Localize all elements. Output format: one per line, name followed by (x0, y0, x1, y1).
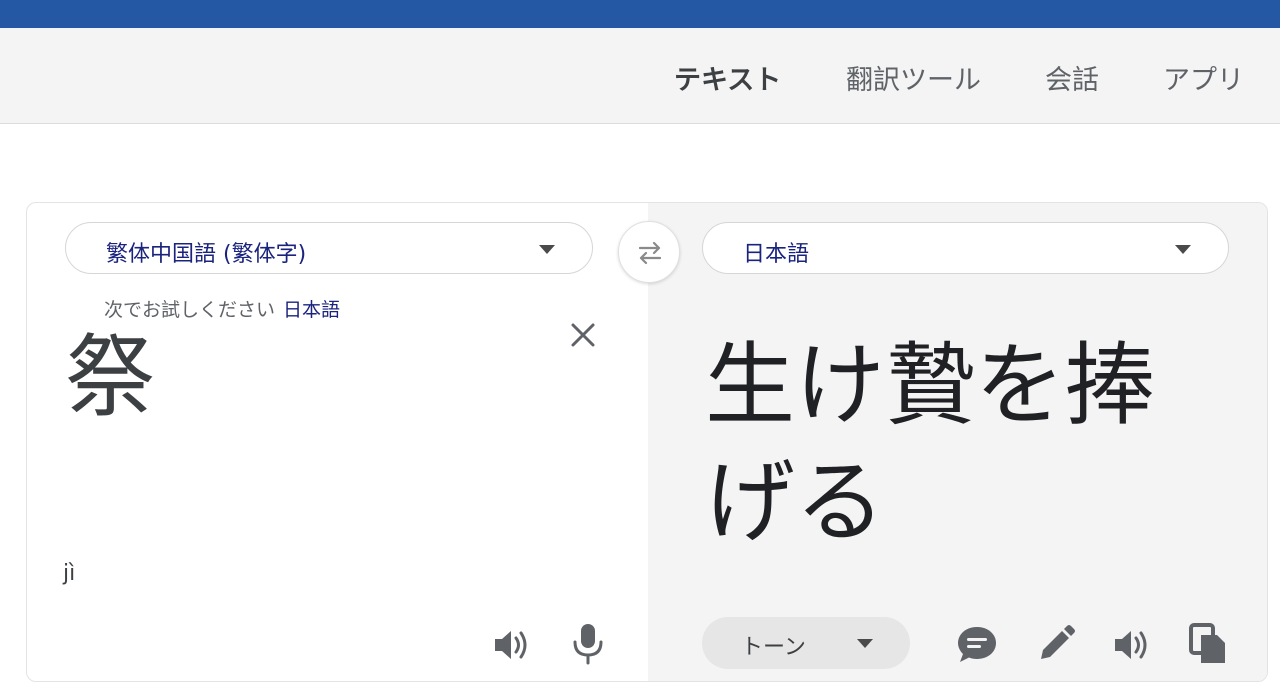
target-language-label: 日本語 (743, 242, 810, 267)
edit-translation-button[interactable] (1033, 623, 1077, 671)
chevron-down-icon (539, 245, 555, 254)
translation-card: 繁体中国語 (繁体字) 日本語 次でお試しください 日本語 祭 jì 生け贄を捧… (26, 202, 1268, 682)
swap-arrows-icon (638, 241, 662, 265)
pencil-icon (1041, 625, 1075, 659)
tab-translation-tools[interactable]: 翻訳ツール (846, 58, 981, 97)
source-listen-button[interactable] (489, 623, 533, 671)
suggestion-prefix: 次でお試しください (104, 299, 276, 321)
speaker-icon (495, 631, 527, 659)
swap-languages-button[interactable] (618, 221, 680, 283)
tab-app[interactable]: アプリ (1163, 58, 1244, 97)
language-suggestion: 次でお試しください 日本語 (104, 295, 340, 322)
feedback-button[interactable] (955, 623, 999, 671)
suggestion-language-link[interactable]: 日本語 (283, 299, 340, 321)
top-bar (0, 0, 1280, 28)
clear-text-button[interactable] (565, 317, 601, 353)
source-text[interactable]: 祭 (65, 330, 155, 426)
copy-translation-button[interactable] (1185, 621, 1229, 671)
tone-label: トーン (741, 635, 806, 660)
tab-conversation[interactable]: 会話 (1045, 58, 1099, 97)
chevron-down-icon (1175, 245, 1191, 254)
speaker-icon (1115, 631, 1147, 659)
mode-tabs: テキスト 翻訳ツール 会話 アプリ (0, 28, 1280, 124)
target-listen-button[interactable] (1109, 623, 1153, 671)
voice-input-button[interactable] (568, 621, 608, 671)
feedback-icon (958, 627, 996, 662)
copy-icon (1189, 623, 1225, 663)
chevron-down-icon (857, 639, 873, 648)
source-language-select[interactable]: 繁体中国語 (繁体字) (65, 222, 593, 274)
source-language-label: 繁体中国語 (繁体字) (106, 242, 307, 267)
tone-select[interactable]: トーン (702, 617, 910, 669)
microphone-icon (573, 624, 603, 665)
source-romanization: jì (63, 561, 76, 586)
target-language-select[interactable]: 日本語 (702, 222, 1229, 274)
close-icon (571, 323, 595, 347)
translated-text: 生け贄を捧げる (705, 333, 1155, 555)
tab-text[interactable]: テキスト (674, 58, 781, 97)
